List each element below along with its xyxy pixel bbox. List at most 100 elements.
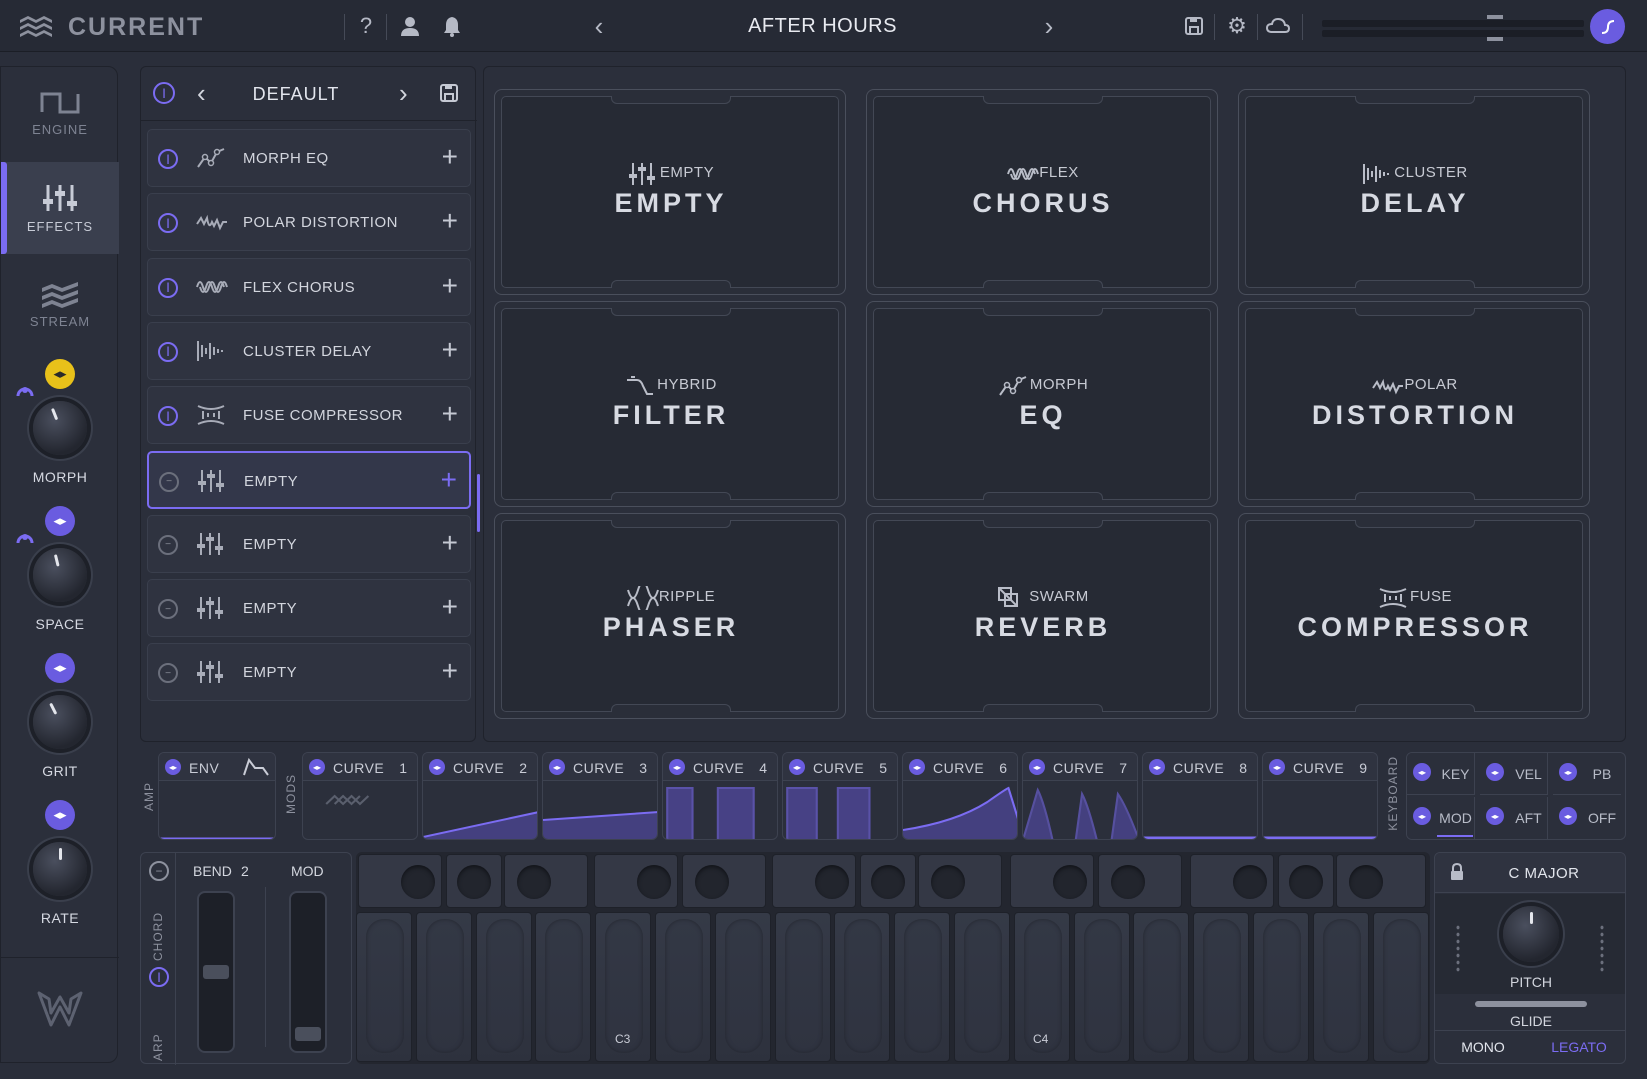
bell-icon[interactable]: [438, 12, 466, 40]
gear-icon[interactable]: ⚙: [1223, 12, 1251, 40]
power-icon[interactable]: |: [158, 149, 178, 169]
black-key[interactable]: [1278, 854, 1334, 908]
fx-tile[interactable]: POLAR DISTORTION: [1238, 301, 1590, 507]
scale-name[interactable]: C MAJOR: [1469, 865, 1619, 882]
mod-drag-icon[interactable]: ◂▸: [1029, 759, 1045, 775]
fx-tile[interactable]: MORPH EQ: [866, 301, 1218, 507]
chord-label[interactable]: CHORD: [151, 901, 165, 961]
mod-source-icon[interactable]: [15, 379, 35, 399]
macro-assign-button[interactable]: ◂▸: [45, 359, 75, 389]
mod-drag-icon[interactable]: ◂▸: [1413, 763, 1431, 781]
glide-control[interactable]: GLIDE: [1435, 995, 1625, 1031]
macro-assign-button[interactable]: ◂▸: [45, 506, 75, 536]
white-key[interactable]: [834, 912, 891, 1062]
arp-label[interactable]: ARP: [151, 1021, 165, 1061]
curve-mod[interactable]: ◂▸ CURVE 1: [302, 752, 418, 840]
curve-mod[interactable]: ◂▸ CURVE 6: [902, 752, 1018, 840]
mod-drag-icon[interactable]: ◂▸: [1486, 807, 1504, 825]
next-chain-button[interactable]: ›: [399, 78, 408, 109]
cloud-icon[interactable]: [1264, 12, 1292, 40]
black-key[interactable]: [918, 854, 1002, 908]
morph-knob[interactable]: [33, 401, 87, 455]
source-mod[interactable]: ◂▸ MOD: [1407, 797, 1475, 839]
fx-tile[interactable]: FUSE COMPRESSOR: [1238, 513, 1590, 719]
white-key[interactable]: [1312, 912, 1369, 1062]
white-key[interactable]: [1193, 912, 1250, 1062]
black-key[interactable]: [1336, 854, 1426, 908]
curve-mod[interactable]: ◂▸ CURVE 3: [542, 752, 658, 840]
fx-tile[interactable]: HYBRID FILTER: [494, 301, 846, 507]
plus-icon[interactable]: +: [442, 206, 458, 236]
power-icon[interactable]: |: [153, 82, 175, 104]
minus-circle-icon[interactable]: −: [158, 599, 178, 620]
plus-icon[interactable]: +: [442, 142, 458, 172]
fx-slot[interactable]: | CLUSTER DELAY +: [147, 321, 471, 380]
fx-tile[interactable]: RIPPLE PHASER: [494, 513, 846, 719]
black-key[interactable]: [772, 854, 856, 908]
black-key[interactable]: [358, 854, 442, 908]
account-avatar-button[interactable]: [1590, 9, 1625, 44]
source-key[interactable]: ◂▸ KEY: [1407, 753, 1475, 795]
white-key[interactable]: [774, 912, 831, 1062]
mod-drag-icon[interactable]: ◂▸: [1413, 807, 1431, 825]
fx-slot[interactable]: − EMPTY +: [147, 643, 471, 702]
mod-drag-icon[interactable]: ◂▸: [429, 759, 445, 775]
power-icon[interactable]: |: [158, 406, 178, 427]
pitch-knob[interactable]: [1503, 906, 1559, 962]
mod-drag-icon[interactable]: ◂▸: [309, 759, 325, 775]
fx-slot[interactable]: | FUSE COMPRESSOR +: [147, 386, 471, 445]
minus-circle-icon[interactable]: −: [158, 663, 178, 684]
plus-icon[interactable]: +: [442, 270, 458, 301]
mod-source-icon[interactable]: [15, 526, 35, 546]
plus-icon[interactable]: +: [441, 464, 457, 495]
plus-icon[interactable]: +: [442, 334, 458, 365]
white-key[interactable]: [1073, 912, 1130, 1062]
legato-button[interactable]: LEGATO: [1531, 1039, 1625, 1055]
fx-list-scroll-indicator[interactable]: [477, 474, 480, 532]
fx-tile[interactable]: FLEX CHORUS: [866, 89, 1218, 295]
mod-drag-icon[interactable]: ◂▸: [549, 759, 565, 775]
black-key[interactable]: [1098, 854, 1182, 908]
mod-drag-icon[interactable]: ◂▸: [1559, 807, 1577, 825]
power-icon[interactable]: |: [158, 341, 178, 362]
black-key[interactable]: [1010, 854, 1094, 908]
curve-mod[interactable]: ◂▸ CURVE 9: [1262, 752, 1378, 840]
power-icon[interactable]: |: [158, 277, 178, 298]
arp-power-icon[interactable]: |: [149, 967, 169, 987]
glide-slider[interactable]: [1475, 1001, 1587, 1007]
white-key[interactable]: [655, 912, 711, 1062]
curve-mod[interactable]: ◂▸ CURVE 8: [1142, 752, 1258, 840]
white-key[interactable]: [535, 912, 592, 1062]
fx-slot[interactable]: − EMPTY +: [147, 450, 471, 509]
plus-icon[interactable]: +: [442, 592, 458, 622]
black-key[interactable]: [860, 854, 916, 908]
fx-slot[interactable]: − EMPTY +: [147, 579, 471, 638]
power-icon[interactable]: |: [158, 213, 178, 234]
mod-drag-icon[interactable]: ◂▸: [1486, 763, 1504, 781]
nav-tab-stream[interactable]: STREAM: [1, 257, 119, 349]
help-icon[interactable]: ?: [352, 12, 380, 40]
fx-slot[interactable]: | MORPH EQ +: [147, 129, 471, 187]
source-vel[interactable]: ◂▸ VEL: [1480, 753, 1548, 795]
mono-button[interactable]: MONO: [1435, 1039, 1531, 1055]
fx-slot[interactable]: | FLEX CHORUS +: [147, 257, 471, 316]
nav-tab-engine[interactable]: ENGINE: [1, 67, 119, 159]
black-key[interactable]: [682, 854, 766, 908]
source-pb[interactable]: ◂▸ PB: [1553, 753, 1621, 795]
grit-knob[interactable]: [33, 695, 87, 749]
white-key[interactable]: [415, 912, 472, 1062]
save-icon[interactable]: [438, 82, 460, 104]
prev-chain-button[interactable]: ‹: [197, 78, 206, 109]
white-key[interactable]: [954, 912, 1010, 1062]
chain-preset-name[interactable]: DEFAULT: [221, 84, 371, 105]
black-key[interactable]: [504, 854, 588, 908]
fx-slot[interactable]: | POLAR DISTORTION +: [147, 193, 471, 252]
mod-drag-icon[interactable]: ◂▸: [1269, 759, 1285, 775]
mod-drag-icon[interactable]: ◂▸: [789, 759, 805, 775]
save-icon[interactable]: [1180, 12, 1208, 40]
white-key[interactable]: [475, 912, 532, 1062]
rate-knob[interactable]: [33, 842, 87, 896]
curve-mod[interactable]: ◂▸ CURVE 7: [1022, 752, 1138, 840]
curve-mod[interactable]: ◂▸ CURVE 2: [422, 752, 538, 840]
source-off[interactable]: ◂▸ OFF: [1553, 797, 1621, 839]
